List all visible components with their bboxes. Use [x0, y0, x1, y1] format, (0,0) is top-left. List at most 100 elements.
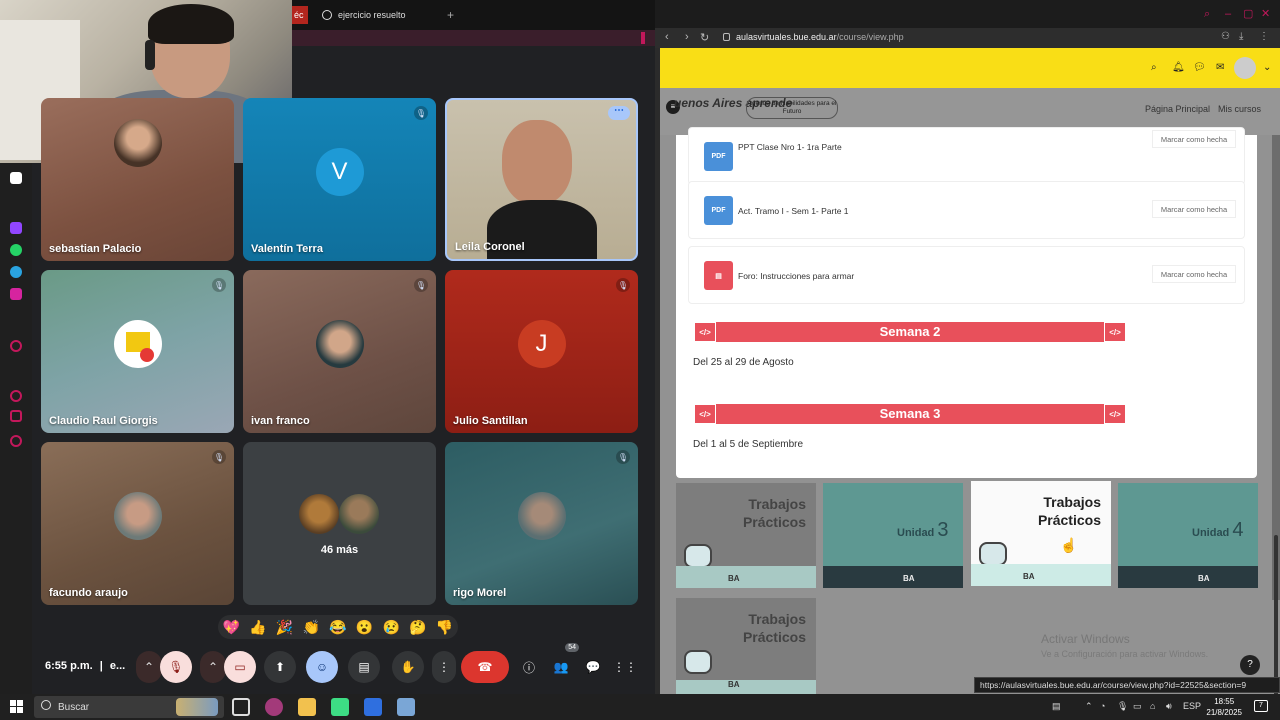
clock-time: 18:55 [1214, 697, 1235, 706]
reaction-party[interactable]: 🎉 [275, 619, 295, 636]
reaction-clap[interactable]: 👏 [301, 619, 321, 636]
more-options-icon[interactable]: ⋯ [608, 106, 630, 120]
info-button[interactable]: ⓘ [515, 651, 543, 683]
chevron-down-icon[interactable]: ⌄ [1263, 62, 1271, 73]
player-icon[interactable] [10, 340, 22, 352]
chevron-up-icon[interactable]: ⌃ [1085, 701, 1093, 712]
app-icon[interactable] [397, 698, 415, 716]
thumb-trabajos-practicos[interactable]: Trabajos Prácticos BA [971, 481, 1111, 586]
reactions-button[interactable]: ☺ [306, 651, 338, 683]
nav-home-link[interactable]: Página Principal [1145, 104, 1210, 114]
more-options-button[interactable]: ⋮ [432, 651, 456, 683]
thumb-trabajos-practicos[interactable]: Trabajos Prácticos BA [676, 483, 816, 588]
extensions-icon[interactable] [10, 410, 22, 422]
keyboard-icon[interactable]: ▤ [1052, 701, 1061, 712]
camera-off-button[interactable]: ▭ [224, 651, 256, 683]
participant-tile[interactable]: 🎙 Claudio Raul Giorgis [41, 270, 234, 433]
help-button[interactable]: ? [1240, 655, 1260, 675]
taskbar-clock[interactable]: 18:55 21/8/2025 [1206, 696, 1242, 718]
file-explorer-icon[interactable] [298, 698, 316, 716]
app-icon[interactable] [331, 698, 349, 716]
participant-tile[interactable]: sebastian Palacio [41, 98, 234, 261]
activities-button[interactable]: ⋮⋮ [611, 651, 639, 683]
thumb-trabajos-practicos[interactable]: Trabajos Prácticos BA [676, 598, 816, 694]
reload-icon[interactable]: ↻ [700, 31, 709, 44]
video-options-button[interactable]: ⌃ [200, 651, 226, 683]
opera-gx-icon[interactable] [265, 698, 283, 716]
activity-row[interactable]: ▤ Foro: Instrucciones para armar Marcar … [688, 246, 1245, 304]
audio-options-button[interactable]: ⌃ [136, 651, 162, 683]
minimize-icon[interactable]: – [1225, 9, 1235, 20]
activity-title[interactable]: Foro: Instrucciones para armar [738, 271, 854, 281]
search-icon[interactable]: ⌕ [1151, 62, 1157, 73]
reaction-thumbs-up[interactable]: 👍 [248, 619, 268, 636]
app-icon[interactable] [364, 698, 382, 716]
whatsapp-icon[interactable] [10, 244, 22, 256]
search-tabs-icon[interactable]: ⌕ [1204, 9, 1214, 20]
reaction-laugh[interactable]: 😂 [328, 619, 348, 636]
reaction-thinking[interactable]: 🤔 [408, 619, 428, 636]
raise-hand-button[interactable]: ✋ [392, 651, 424, 683]
reaction-surprised[interactable]: 😮 [355, 619, 375, 636]
nav-my-courses-link[interactable]: Mis cursos [1218, 104, 1261, 114]
captions-button[interactable]: ▤ [348, 651, 380, 683]
twitch-icon[interactable] [10, 222, 22, 234]
participant-tile[interactable]: 🎙 V Valentín Terra [243, 98, 436, 261]
mark-done-button[interactable]: Marcar como hecha [1152, 130, 1236, 148]
url-field[interactable]: aulasvirtuales.bue.edu.ar/course/view.ph… [723, 32, 904, 42]
ba-logo: BA [1023, 572, 1035, 581]
mail-icon[interactable]: ✉ [1216, 62, 1224, 73]
mic-off-button[interactable]: 🎙 [160, 651, 192, 683]
maximize-icon[interactable]: ▢ [1243, 9, 1253, 20]
settings-icon[interactable] [10, 435, 22, 447]
user-avatar[interactable] [1234, 57, 1256, 79]
task-view-icon[interactable] [232, 698, 250, 716]
new-tab-button[interactable]: + [447, 8, 454, 22]
telegram-icon[interactable] [10, 266, 22, 278]
close-icon[interactable]: ✕ [1261, 9, 1271, 20]
participant-tile[interactable]: 🎙 ivan franco [243, 270, 436, 433]
tab-ejercicio[interactable]: ejercicio resuelto [322, 6, 406, 24]
activity-row[interactable]: PDF Act. Tramo I - Sem 1- Parte 1 Marcar… [688, 181, 1245, 239]
volume-icon[interactable]: 🔊︎ [1166, 701, 1172, 712]
instagram-icon[interactable] [10, 288, 22, 300]
display-icon[interactable]: ▭ [1133, 701, 1142, 712]
scrollbar[interactable] [1272, 135, 1280, 720]
activity-title[interactable]: Act. Tramo I - Sem 1- Parte 1 [738, 206, 849, 216]
thumb-unidad-4[interactable]: Unidad 4 BA [1118, 483, 1258, 588]
chat-bubble-icon[interactable]: 💬︎ [1193, 62, 1206, 73]
present-button[interactable]: ⬆ [264, 651, 296, 683]
notifications-icon[interactable]: 7 [1254, 700, 1268, 712]
activity-row[interactable]: PDF PPT Clase Nro 1- 1ra Parte Marcar co… [688, 127, 1245, 185]
bell-icon[interactable]: 🔔︎ [1172, 62, 1185, 73]
participant-tile[interactable]: 🎙 rigo Morel [445, 442, 638, 605]
back-icon[interactable]: ‹ [665, 31, 669, 43]
mic-icon[interactable]: 🎙︎ [1117, 701, 1128, 712]
participant-tile-speaking[interactable]: ⋯ Leila Coronel [445, 98, 638, 261]
reaction-heart[interactable]: 💖 [221, 619, 241, 636]
windows-start-icon[interactable] [10, 700, 23, 713]
app-icon[interactable] [10, 172, 22, 184]
participant-tile[interactable]: 🎙 J Julio Santillan [445, 270, 638, 433]
menu-icon[interactable]: ⋮ [1259, 31, 1269, 42]
history-icon[interactable] [10, 390, 22, 402]
people-button[interactable]: 👥 54 [547, 643, 579, 683]
activity-title[interactable]: PPT Clase Nro 1- 1ra Parte [738, 142, 842, 152]
reaction-thumbs-down[interactable]: 👎 [435, 619, 455, 636]
end-call-button[interactable]: ☎ [461, 651, 509, 683]
mark-done-button[interactable]: Marcar como hecha [1152, 265, 1236, 283]
forward-icon[interactable]: › [685, 31, 689, 43]
language-indicator[interactable]: ESP [1183, 701, 1201, 711]
chat-button[interactable]: 💬 [579, 651, 607, 683]
mark-done-button[interactable]: Marcar como hecha [1152, 200, 1236, 218]
network-icon[interactable]: ⌂ [1150, 701, 1155, 711]
profile-icon[interactable]: ⚇ [1221, 31, 1230, 42]
reaction-sad[interactable]: 😢 [381, 619, 401, 636]
tab-meet[interactable]: éc [292, 6, 308, 24]
thumb-unidad-3[interactable]: Unidad 3 BA [823, 483, 963, 588]
participant-tile[interactable]: 🎙 facundo araujo [41, 442, 234, 605]
taskbar-search[interactable]: Buscar [34, 696, 224, 718]
tray-icon[interactable]: ◔ [1100, 701, 1105, 711]
download-icon[interactable]: ⤓ [1239, 31, 1243, 42]
more-participants-tile[interactable]: 46 más [243, 442, 436, 605]
